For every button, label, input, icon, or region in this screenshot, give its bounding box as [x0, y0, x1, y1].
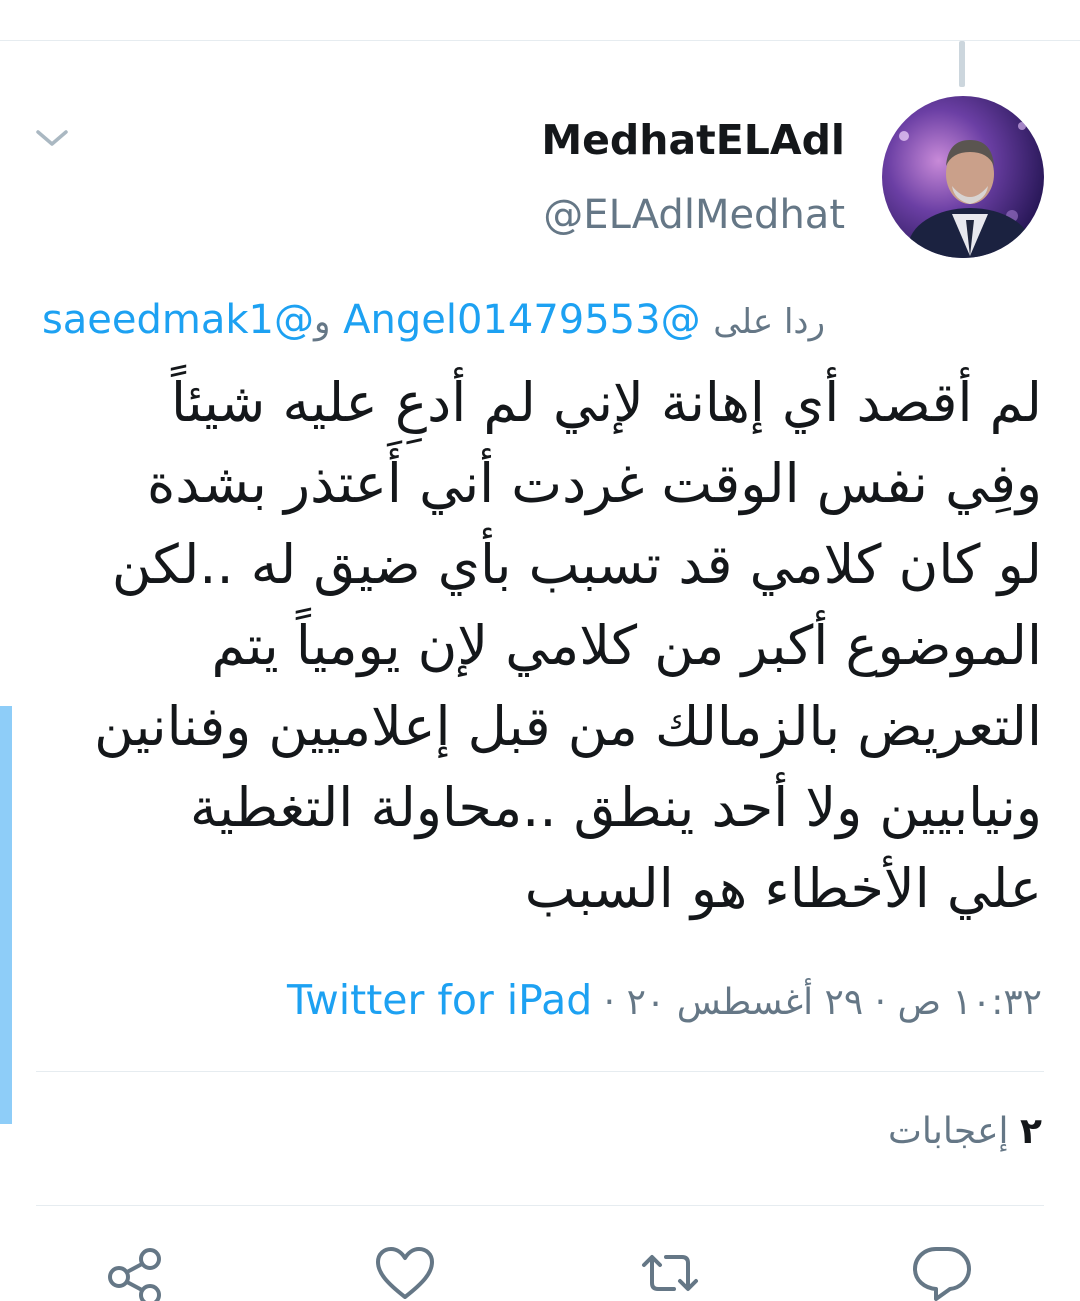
retweet-button[interactable]	[638, 1245, 702, 1301]
tweet-line: لم أقصد أي إهانة لإني لم أدعِ عليه شيئاً	[170, 371, 1042, 434]
retweet-icon	[642, 1255, 698, 1291]
chevron-down-icon[interactable]	[32, 118, 72, 158]
divider	[36, 1205, 1044, 1206]
tweet-line: ونيابيين ولا أحد ينطق ..محاولة التغطية	[189, 776, 1042, 839]
reply-context: ردا على @Angel01479553 و@saeedmak1	[42, 290, 825, 352]
user-handle[interactable]: @ELAdlMedhat	[543, 188, 845, 242]
like-button[interactable]	[373, 1245, 437, 1301]
mention-link-saeed[interactable]: @saeedmak1	[42, 297, 314, 343]
tweet-line: لو كان كلامي قد تسبب بأي ضيق له ..لكن	[111, 533, 1042, 596]
mention-link-angel[interactable]: @Angel01479553	[343, 297, 700, 343]
top-divider	[0, 40, 1080, 41]
likes-number: ٢	[1020, 1111, 1042, 1152]
tweet-line: الموضوع أكبر من كلامي لإن يومياً يتم	[211, 614, 1042, 677]
share-button[interactable]	[103, 1245, 167, 1301]
thread-connector-line	[959, 41, 965, 87]
divider	[36, 1071, 1044, 1072]
reply-joiner: و	[314, 302, 331, 342]
scroll-indicator[interactable]	[0, 706, 12, 1124]
tweet-line: وفِي نفس الوقت غردت أني أَعتذر بشدة	[146, 452, 1042, 515]
heart-icon	[376, 1247, 434, 1299]
reply-button[interactable]	[910, 1245, 974, 1301]
meta-separator: ·	[603, 982, 616, 1023]
reply-prefix: ردا على	[713, 302, 825, 342]
tweet-date: ٢٩ أغسطس ٢٠	[626, 982, 864, 1023]
share-icon	[108, 1248, 161, 1301]
avatar[interactable]	[882, 96, 1044, 258]
source-link[interactable]: Twitter for iPad	[287, 976, 592, 1024]
tweet-line: التعريض بالزمالك من قبل إعلاميين وفنانين	[94, 695, 1042, 758]
tweet-meta: ١٠:٣٢ ص · ٢٩ أغسطس ٢٠ · Twitter for iPad	[287, 970, 1042, 1033]
meta-separator: ·	[874, 982, 887, 1023]
tweet-text: لم أقصد أي إهانة لإني لم أدعِ عليه شيئاً…	[32, 362, 1042, 929]
display-name[interactable]: MedhatELAdl	[541, 112, 845, 168]
likes-label: إعجابات	[887, 1111, 1009, 1152]
tweet-line: علي الأخطاء هو السبب	[524, 857, 1042, 920]
likes-count[interactable]: ٢ إعجابات	[888, 1104, 1042, 1160]
tweet-time: ١٠:٣٢ ص	[897, 982, 1042, 1023]
reply-icon	[913, 1247, 971, 1301]
